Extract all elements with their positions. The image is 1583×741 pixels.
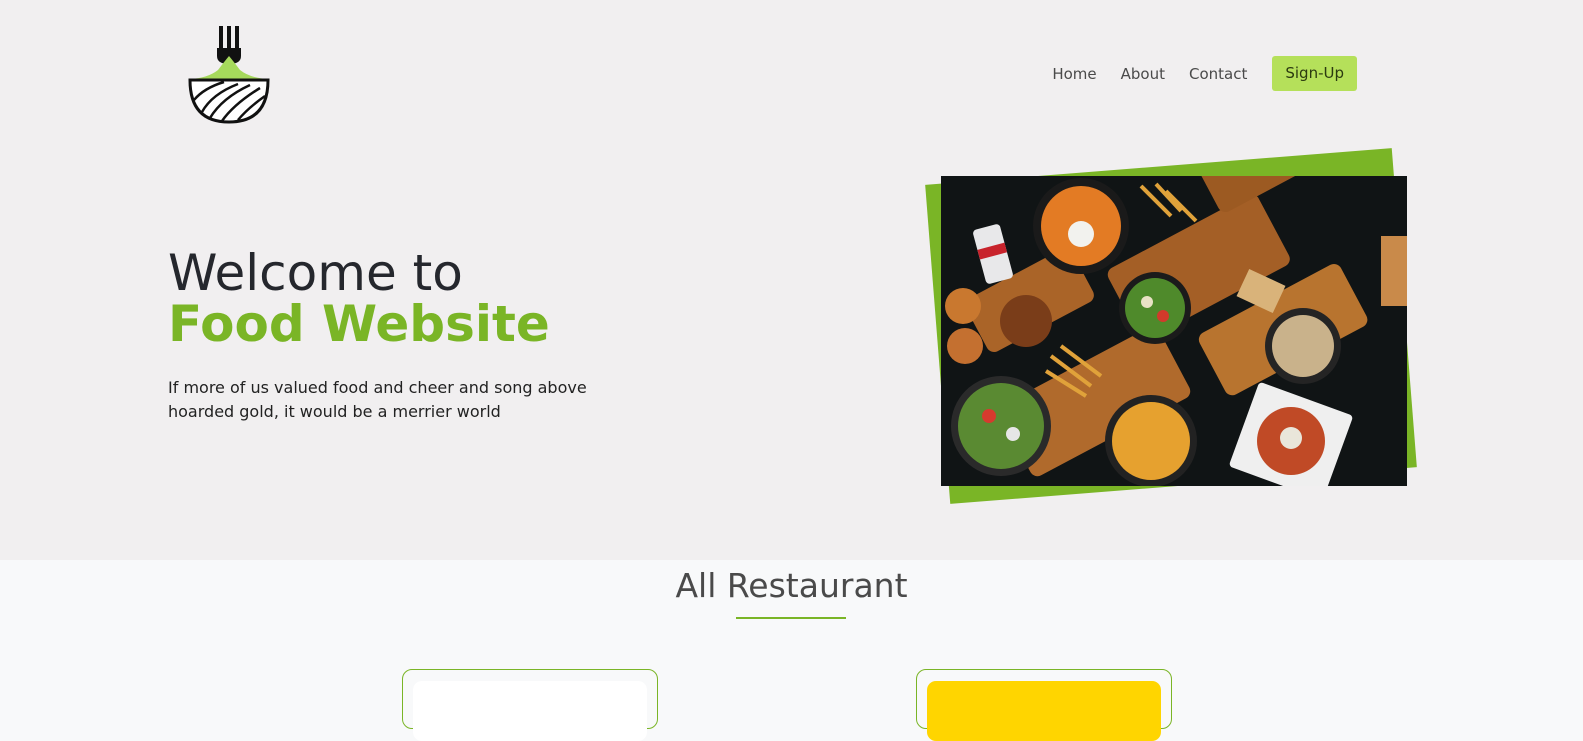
nav-home[interactable]: Home bbox=[1052, 57, 1096, 91]
hero-title-line1: Welcome to bbox=[168, 244, 463, 302]
restaurant-card-image bbox=[927, 681, 1161, 741]
food-spread-photo-icon bbox=[941, 176, 1407, 486]
nav-about[interactable]: About bbox=[1121, 57, 1165, 91]
signup-button[interactable]: Sign-Up bbox=[1272, 56, 1357, 91]
main-nav: Home About Contact Sign-Up bbox=[1052, 56, 1357, 91]
hero-subtitle: If more of us valued food and cheer and … bbox=[168, 378, 587, 421]
hero-title-line2: Food Website bbox=[168, 295, 550, 353]
title-underline bbox=[736, 617, 846, 619]
hero-section: Home About Contact Sign-Up Welcome to Fo… bbox=[0, 0, 1583, 560]
restaurant-card[interactable] bbox=[402, 669, 658, 741]
section-title: All Restaurant bbox=[675, 566, 908, 605]
restaurant-card[interactable] bbox=[916, 669, 1172, 741]
site-logo-icon[interactable] bbox=[188, 22, 274, 126]
nav-contact[interactable]: Contact bbox=[1189, 57, 1247, 91]
restaurant-card-image bbox=[413, 681, 647, 741]
hero-image-frame bbox=[925, 148, 1423, 510]
